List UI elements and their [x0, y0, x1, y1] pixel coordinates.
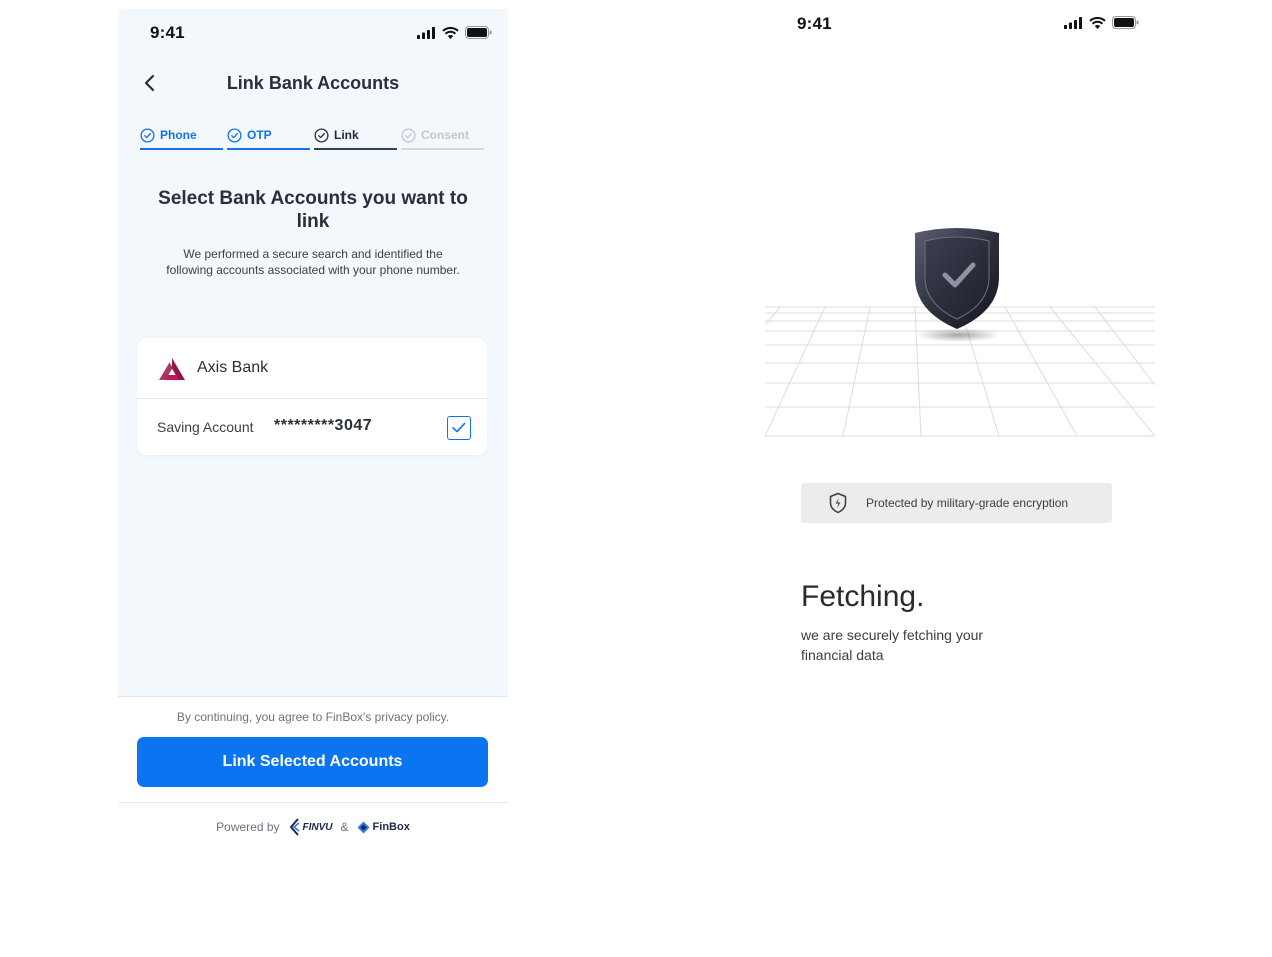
check-circle-icon — [140, 127, 155, 143]
battery-icon — [1112, 16, 1139, 29]
divider — [118, 802, 508, 803]
checkmark-icon — [452, 422, 466, 433]
link-accounts-screen: 9:41 Link Bank Accounts Phone OTP Link C… — [118, 9, 508, 859]
step-label: Consent — [421, 128, 469, 142]
account-type: Saving Account — [157, 419, 254, 435]
powered-by: Powered by FINVU & FinBox — [118, 818, 508, 836]
finbox-label: FinBox — [372, 821, 410, 833]
step-label: OTP — [247, 128, 272, 142]
security-illustration — [764, 225, 1156, 440]
account-checkbox[interactable] — [447, 416, 471, 440]
fetching-title: Fetching. — [801, 580, 925, 613]
stepper: Phone OTP Link Consent — [140, 125, 486, 150]
finvu-brand: FINVU — [288, 818, 333, 836]
status-icons — [1064, 16, 1139, 29]
finbox-logo-icon — [357, 821, 370, 833]
signal-icon — [417, 26, 435, 39]
step-otp[interactable]: OTP — [227, 125, 310, 150]
bank-header: Axis Bank — [137, 338, 487, 399]
encryption-badge: Protected by military-grade encryption — [801, 483, 1112, 523]
section-description: We performed a secure search and identif… — [166, 247, 460, 277]
status-time: 9:41 — [797, 14, 832, 33]
axis-bank-logo-icon — [159, 358, 185, 380]
section-title: Select Bank Accounts you want to link — [158, 188, 468, 232]
finvu-label: FINVU — [302, 821, 333, 833]
status-time: 9:41 — [150, 23, 185, 42]
page-title: Link Bank Accounts — [226, 73, 400, 93]
wifi-icon — [1089, 16, 1106, 29]
step-consent[interactable]: Consent — [401, 125, 484, 150]
grid-floor-illustration — [764, 228, 1156, 437]
step-label: Phone — [160, 128, 197, 142]
status-bar: 9:41 — [118, 9, 508, 57]
shield-bolt-icon — [829, 492, 847, 514]
check-circle-icon — [227, 127, 242, 143]
divider — [118, 696, 508, 697]
check-circle-icon — [314, 127, 329, 143]
separator: & — [340, 820, 349, 834]
powered-by-label: Powered by — [216, 820, 280, 834]
account-number: *********3047 — [274, 417, 373, 434]
bank-name: Axis Bank — [197, 359, 269, 376]
status-bar: 9:41 — [765, 0, 1155, 48]
encryption-text: Protected by military-grade encryption — [866, 496, 1069, 510]
bank-card: Axis Bank Saving Account *********3047 — [137, 338, 487, 455]
consent-text: By continuing, you agree to FinBox's pri… — [176, 710, 450, 724]
step-phone[interactable]: Phone — [140, 125, 223, 150]
wifi-icon — [442, 26, 459, 39]
signal-icon — [1064, 16, 1082, 29]
step-underline — [227, 148, 310, 150]
check-circle-icon — [401, 127, 416, 143]
battery-icon — [465, 26, 492, 39]
finvu-logo-icon — [289, 818, 300, 836]
account-row[interactable]: Saving Account *********3047 — [137, 399, 487, 455]
fetching-description: we are securely fetching your financial … — [801, 627, 984, 663]
step-link[interactable]: Link — [314, 125, 397, 150]
fetching-screen: 9:41 Protected by military-grade encrypt… — [764, 0, 1156, 700]
step-underline — [314, 148, 397, 150]
finbox-brand: FinBox — [357, 821, 410, 834]
step-underline — [140, 148, 223, 150]
status-icons — [417, 26, 492, 39]
link-accounts-button[interactable]: Link Selected Accounts — [137, 737, 488, 787]
step-underline — [401, 148, 484, 150]
step-label: Link — [334, 128, 359, 142]
header: Link Bank Accounts — [118, 65, 508, 105]
